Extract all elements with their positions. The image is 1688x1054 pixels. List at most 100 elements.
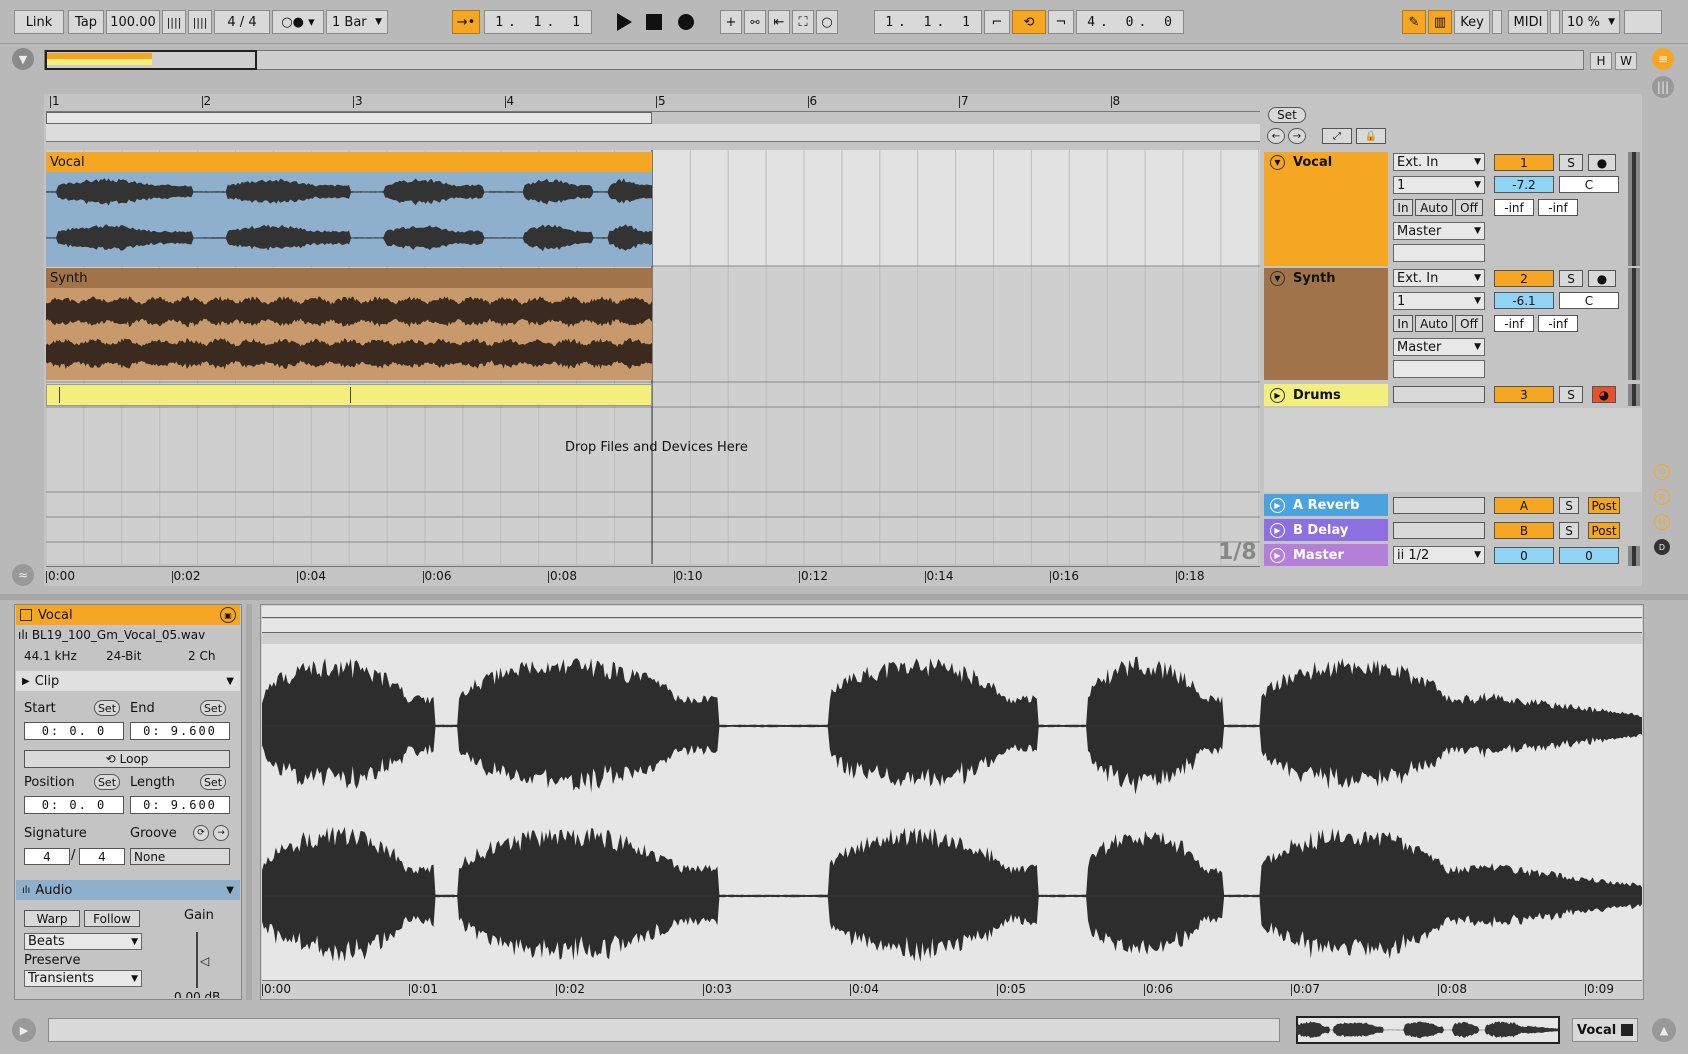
volume-field[interactable]: -7.2 xyxy=(1494,176,1554,193)
w-button[interactable]: W xyxy=(1615,52,1637,70)
master-header[interactable]: ▶ Master xyxy=(1264,544,1388,566)
collapse-arrow-icon[interactable]: ▼ xyxy=(12,48,34,70)
post-button[interactable]: Post xyxy=(1588,522,1620,539)
play-icon[interactable]: ▶ xyxy=(1270,497,1285,513)
signature-denominator[interactable]: 4 xyxy=(79,848,125,865)
expand-up-icon[interactable]: ▲ xyxy=(1652,1018,1676,1042)
stop-icon[interactable] xyxy=(642,10,666,34)
solo-button[interactable]: S xyxy=(1559,154,1583,171)
output-select[interactable]: Master ▼ xyxy=(1393,222,1485,240)
track-activator[interactable]: 1 xyxy=(1494,154,1554,171)
beat-time-ruler[interactable] xyxy=(46,94,1260,112)
play-icon[interactable]: ▶ xyxy=(1270,387,1285,403)
loop-start-field[interactable]: 1. 1. 1 xyxy=(874,10,982,34)
computer-keyboard-icon[interactable]: ▥ xyxy=(1428,10,1452,34)
signature-numerator[interactable]: 4 xyxy=(24,848,70,865)
session-record-icon[interactable]: ○ xyxy=(816,10,838,34)
clip-section-header[interactable]: ▶ Clip ▼ xyxy=(16,671,240,691)
loop-length-field[interactable]: 4. 0. 0 xyxy=(1076,10,1184,34)
return-activator[interactable]: A xyxy=(1494,497,1554,514)
detail-scrollbar[interactable] xyxy=(246,604,252,1000)
loop-switch-icon[interactable]: ⟲ xyxy=(1012,10,1046,34)
monitor-off-button[interactable]: Off xyxy=(1455,199,1483,216)
re-enable-icon[interactable]: ⇤ xyxy=(768,10,790,34)
arm-icon[interactable]: ◕ xyxy=(1592,386,1616,403)
input-channel-select[interactable]: 1 ▼ xyxy=(1393,292,1485,310)
delay-toggle-icon[interactable]: D xyxy=(1654,539,1670,555)
position-field[interactable]: 0: 0. 0 xyxy=(24,796,124,814)
clip-activator-icon[interactable] xyxy=(20,609,32,621)
return-activator[interactable]: B xyxy=(1494,522,1554,539)
post-button[interactable]: Post xyxy=(1588,497,1620,514)
key-map-button[interactable]: Key xyxy=(1454,10,1490,34)
solo-button[interactable]: S xyxy=(1559,270,1583,287)
clip-name-bar[interactable]: Vocal ▣ xyxy=(16,605,240,625)
draw-mode-icon[interactable]: ✎ xyxy=(1402,10,1426,34)
lock-icon[interactable]: 🔒 xyxy=(1356,128,1386,144)
position-set-button[interactable]: Set xyxy=(94,774,120,790)
save-icon[interactable]: ▣ xyxy=(220,607,236,623)
groove-hot-swap-icon[interactable]: ⟳ xyxy=(193,825,209,841)
view-divider[interactable] xyxy=(0,594,1688,600)
gain-handle[interactable]: ◁ xyxy=(200,954,209,968)
drums-io-slot[interactable] xyxy=(1393,386,1485,403)
warp-button[interactable]: Warp xyxy=(24,910,80,927)
loop-button[interactable]: ⟲ Loop xyxy=(24,750,230,768)
vocal-clip-title[interactable]: Vocal xyxy=(46,152,652,172)
cue-out-select[interactable]: ii 1/2 ▼ xyxy=(1393,546,1485,564)
monitor-in-button[interactable]: In xyxy=(1393,315,1413,332)
punch-in-icon[interactable]: ⌐ xyxy=(984,10,1010,34)
input-channel-select[interactable]: 1 ▼ xyxy=(1393,176,1485,194)
monitor-off-button[interactable]: Off xyxy=(1455,315,1483,332)
monitor-auto-button[interactable]: Auto xyxy=(1415,315,1453,332)
solo-button[interactable]: S xyxy=(1559,522,1579,539)
input-type-select[interactable]: Ext. In ▼ xyxy=(1393,269,1485,287)
h-button[interactable]: H xyxy=(1590,52,1612,70)
nudge-up-icon[interactable]: |||| xyxy=(188,10,212,34)
expand-tracks-icon[interactable]: ⤢ xyxy=(1322,128,1352,144)
overview-viewport[interactable] xyxy=(45,50,257,70)
waveform-toggle-icon[interactable]: ≈ xyxy=(12,564,34,586)
loop-brace[interactable] xyxy=(46,112,652,124)
audio-section-header[interactable]: ılı Audio ▼ xyxy=(16,880,240,900)
tempo-field[interactable]: 100.00 xyxy=(106,10,160,34)
master-volume-field[interactable]: 0 xyxy=(1494,547,1554,564)
return-a-io[interactable] xyxy=(1393,497,1485,514)
return-b-io[interactable] xyxy=(1393,522,1485,539)
sample-loop-brace[interactable] xyxy=(262,606,1642,618)
follow-icon[interactable]: →• xyxy=(452,10,480,34)
sample-waveform[interactable] xyxy=(262,644,1642,980)
monitor-auto-button[interactable]: Auto xyxy=(1415,199,1453,216)
fold-icon[interactable]: ▼ xyxy=(1270,270,1285,286)
tap-button[interactable]: Tap xyxy=(68,10,104,34)
link-button[interactable]: Link xyxy=(14,10,64,34)
synth-clip-waveform[interactable] xyxy=(46,288,652,380)
mixer-toggle-icon[interactable]: ||| xyxy=(1652,76,1674,98)
pan-field[interactable]: C xyxy=(1559,176,1619,193)
drums-clip[interactable] xyxy=(46,384,652,406)
length-field[interactable]: 0: 9.600 xyxy=(130,796,230,814)
follow-button[interactable]: Follow xyxy=(84,910,140,927)
preserve-select[interactable]: Transients ▼ xyxy=(24,970,142,987)
play-icon[interactable] xyxy=(612,10,636,34)
track-vocal-header[interactable]: ▼ Vocal xyxy=(1264,152,1388,172)
gain-slider[interactable]: ◁ xyxy=(196,932,216,988)
play-icon[interactable]: ▶ xyxy=(1270,547,1285,563)
set-locator-button[interactable]: Set xyxy=(1268,107,1306,123)
output-channel-select[interactable] xyxy=(1393,360,1485,378)
locator-lane[interactable] xyxy=(46,124,1260,142)
time-signature-field[interactable]: 4 / 4 xyxy=(214,10,270,34)
returns-toggle-icon[interactable]: R xyxy=(1654,489,1670,505)
track-drums-header[interactable]: ▶ Drums xyxy=(1264,384,1388,406)
groove-field[interactable]: None xyxy=(130,848,230,865)
arm-icon[interactable]: ● xyxy=(1588,270,1616,287)
prev-locator-icon[interactable]: ← xyxy=(1267,128,1285,144)
end-set-button[interactable]: Set xyxy=(200,700,226,716)
return-b-header[interactable]: ▶ B Delay xyxy=(1264,519,1388,541)
automation-arm-icon[interactable]: ⚯ xyxy=(744,10,766,34)
cue-volume-field[interactable]: 0 xyxy=(1559,547,1619,564)
volume-field[interactable]: -6.1 xyxy=(1494,292,1554,309)
nudge-down-icon[interactable]: |||| xyxy=(162,10,186,34)
synth-clip-title[interactable]: Synth xyxy=(46,268,652,288)
metronome-icon[interactable]: ○● ▾ xyxy=(272,10,324,34)
